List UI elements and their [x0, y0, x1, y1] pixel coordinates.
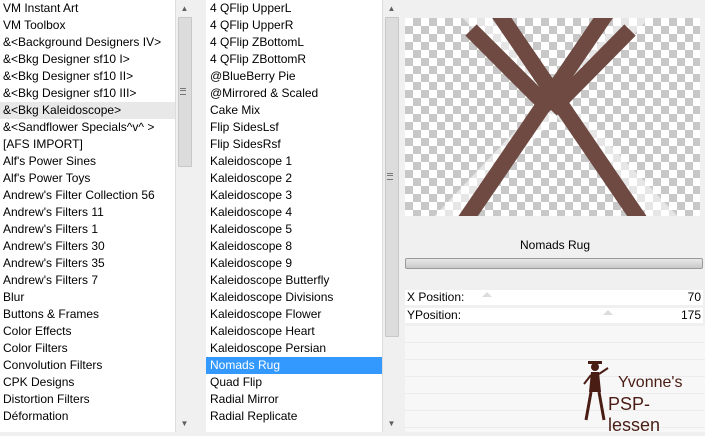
filter-list-item[interactable]: Flip SidesRsf [206, 136, 382, 153]
category-list-item[interactable]: Distortion Filters [0, 391, 175, 408]
logo-site-text: PSP-lessen [608, 394, 661, 435]
slider-tick-icon [603, 310, 613, 315]
category-list-item[interactable]: Andrew's Filters 11 [0, 204, 175, 221]
filter-list[interactable]: 4 QFlip UpperL 4 QFlip UpperR 4 QFlip ZBot… [206, 0, 382, 432]
category-list-item[interactable]: VM Instant Art [0, 0, 175, 17]
watermark-logo: Yvonne's PSP-lessen [578, 358, 698, 435]
category-list-item[interactable]: Déformation [0, 408, 175, 425]
dancer-figure-icon [583, 361, 609, 421]
progress-bar [405, 258, 703, 269]
filter-list-item[interactable]: Cake Mix [206, 102, 382, 119]
category-list-item[interactable]: Andrew's Filters 35 [0, 255, 175, 272]
filter-list-item[interactable]: Kaleidoscope 5 [206, 221, 382, 238]
y-position-value[interactable]: 175 [681, 308, 701, 323]
filter-list-item[interactable]: @Mirrored & Scaled [206, 85, 382, 102]
grip-icon [387, 173, 393, 180]
filter-list-item[interactable]: @BlueBerry Pie [206, 68, 382, 85]
filter-list-item[interactable]: Kaleidoscope 8 [206, 238, 382, 255]
scroll-down-arrow-icon[interactable]: ▼ [176, 415, 193, 432]
category-list-item[interactable]: Andrew's Filters 1 [0, 221, 175, 238]
category-list-item[interactable]: &<Bkg Designer sf10 III> [0, 85, 175, 102]
filter-preview [405, 18, 700, 216]
category-list-item[interactable]: Buttons & Frames [0, 306, 175, 323]
filter-list-item[interactable]: 4 QFlip UpperL [206, 0, 382, 17]
y-position-control[interactable]: YPosition: 175 [405, 308, 703, 323]
filter-list-scrollbar[interactable]: ▲ ▼ [382, 0, 400, 432]
filter-list-item[interactable]: Nomads Rug [206, 357, 382, 374]
filter-list-item[interactable]: Kaleidoscope Persian [206, 340, 382, 357]
category-list-item[interactable]: Color Effects [0, 323, 175, 340]
category-list[interactable]: VM Instant Art VM Toolbox &<Background Des… [0, 0, 175, 432]
filter-list-item[interactable]: Flip SidesLsf [206, 119, 382, 136]
category-list-item[interactable]: &<Bkg Kaleidoscope> [0, 102, 175, 119]
x-position-control[interactable]: X Position: 70 [405, 290, 703, 305]
selected-filter-title: Nomads Rug [519, 238, 591, 252]
filter-list-item[interactable]: 4 QFlip ZBottomL [206, 34, 382, 51]
filter-list-item[interactable]: Kaleidoscope 9 [206, 255, 382, 272]
filter-list-item[interactable]: Kaleidoscope 2 [206, 170, 382, 187]
category-list-item[interactable]: Convolution Filters [0, 357, 175, 374]
category-list-scrollbar[interactable]: ▲ ▼ [175, 0, 193, 432]
category-list-item[interactable]: [AFS IMPORT] [0, 136, 175, 153]
category-list-item[interactable]: Andrew's Filters 7 [0, 272, 175, 289]
category-list-item[interactable]: Alf's Power Sines [0, 153, 175, 170]
category-list-item[interactable]: Color Filters [0, 340, 175, 357]
category-list-item[interactable]: &<Background Designers IV> [0, 34, 175, 51]
y-position-label: YPosition: [407, 308, 462, 322]
category-list-item[interactable]: Andrew's Filters 30 [0, 238, 175, 255]
x-position-value[interactable]: 70 [688, 290, 701, 305]
scroll-down-arrow-icon[interactable]: ▼ [383, 415, 400, 432]
filter-list-item[interactable]: Kaleidoscope 1 [206, 153, 382, 170]
filter-list-item[interactable]: Kaleidoscope 4 [206, 204, 382, 221]
filter-list-item[interactable]: 4 QFlip UpperR [206, 17, 382, 34]
scroll-up-arrow-icon[interactable]: ▲ [176, 0, 193, 17]
scroll-up-arrow-icon[interactable]: ▲ [383, 0, 400, 17]
category-list-item[interactable]: &<Bkg Designer sf10 I> [0, 51, 175, 68]
filter-list-item[interactable]: Kaleidoscope Flower [206, 306, 382, 323]
filter-list-item[interactable]: Kaleidoscope Divisions [206, 289, 382, 306]
category-list-item[interactable]: CPK Designs [0, 374, 175, 391]
x-position-slider[interactable] [480, 292, 648, 298]
category-list-item[interactable]: &<Bkg Designer sf10 II> [0, 68, 175, 85]
filter-list-item[interactable]: Kaleidoscope Heart [206, 323, 382, 340]
category-list-item[interactable]: VM Toolbox [0, 17, 175, 34]
filter-list-item[interactable]: Quad Flip [206, 374, 382, 391]
category-list-item[interactable]: Blur [0, 289, 175, 306]
filter-list-item[interactable]: Radial Mirror [206, 391, 382, 408]
x-position-label: X Position: [407, 290, 465, 304]
y-position-slider[interactable] [480, 310, 648, 316]
grip-icon [180, 88, 186, 95]
filter-list-item[interactable]: 4 QFlip ZBottomR [206, 51, 382, 68]
preview-pattern [434, 18, 678, 216]
filter-list-item[interactable]: Kaleidoscope Butterfly [206, 272, 382, 289]
slider-tick-icon [482, 292, 492, 297]
category-list-item[interactable]: &<Sandflower Specials^v^ > [0, 119, 175, 136]
category-list-item[interactable]: Andrew's Filter Collection 56 [0, 187, 175, 204]
filter-list-item[interactable]: Radial Replicate [206, 408, 382, 425]
logo-name-text: Yvonne's [618, 374, 683, 391]
category-list-item[interactable]: Alf's Power Toys [0, 170, 175, 187]
filter-list-item[interactable]: Kaleidoscope 3 [206, 187, 382, 204]
